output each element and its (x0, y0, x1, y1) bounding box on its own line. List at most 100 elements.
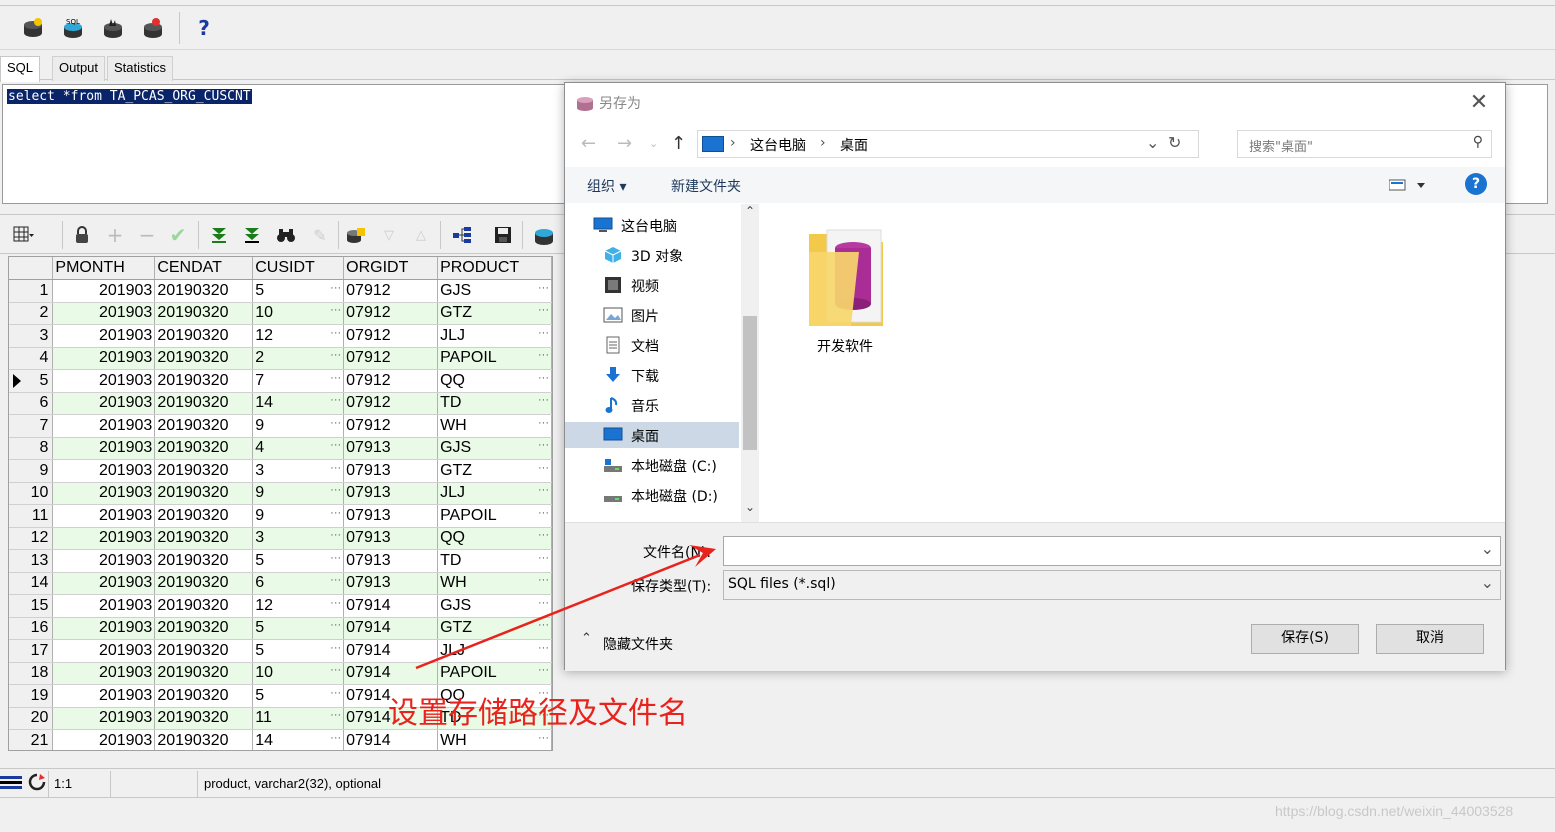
cell-pmonth[interactable]: 201903 (52, 437, 156, 460)
cell-cendat[interactable]: 20190320 (154, 504, 254, 528)
table-row[interactable]: 5 201903 20190320 7 ··· 07912 QQ ··· (9, 369, 552, 393)
column-header[interactable]: CUSIDT (252, 257, 345, 280)
cell-cendat[interactable]: 20190320 (154, 527, 254, 550)
sql-database-icon[interactable]: SQL (60, 15, 86, 41)
cell-editor-ellipsis-icon[interactable]: ··· (330, 574, 341, 586)
cell-editor-ellipsis-icon[interactable]: ··· (330, 462, 341, 474)
nav-item[interactable]: 音乐 (565, 392, 739, 418)
cell-editor-ellipsis-icon[interactable]: ··· (538, 597, 549, 609)
database-disconnect-icon[interactable] (140, 15, 166, 41)
filetype-select[interactable]: SQL files (*.sql) ⌄ (723, 570, 1501, 600)
cell-orgidt[interactable]: 07914 (343, 639, 439, 663)
table-row[interactable]: 18 201903 20190320 10 ··· 07914 PAPOIL ··· (9, 662, 552, 685)
nav-item[interactable]: 文档 (565, 332, 739, 358)
cell-pmonth[interactable]: 201903 (52, 392, 156, 415)
cell-pmonth[interactable]: 201903 (52, 369, 156, 393)
delete-record-icon[interactable]: − (135, 223, 159, 247)
cell-pmonth[interactable]: 201903 (52, 459, 156, 483)
hide-folders-toggle[interactable]: 隐藏文件夹 (603, 634, 673, 654)
cell-cendat[interactable]: 20190320 (154, 279, 254, 303)
cell-cendat[interactable]: 20190320 (154, 302, 254, 325)
column-header[interactable]: ORGIDT (343, 257, 439, 280)
cell-editor-ellipsis-icon[interactable]: ··· (538, 282, 549, 294)
cell-pmonth[interactable]: 201903 (52, 302, 156, 325)
cell-pmonth[interactable]: 201903 (52, 684, 156, 708)
cell-product[interactable]: GTZ ··· (437, 459, 552, 483)
cell-orgidt[interactable]: 07913 (343, 459, 439, 483)
cell-editor-ellipsis-icon[interactable]: ··· (330, 552, 341, 564)
chevron-down-icon[interactable]: ⌄ (1481, 539, 1494, 558)
cell-pmonth[interactable]: 201903 (52, 527, 156, 550)
export-tree-icon[interactable] (450, 223, 474, 247)
cell-editor-ellipsis-icon[interactable]: ··· (330, 327, 341, 339)
sort-ascending-icon[interactable]: △ (409, 223, 433, 247)
scroll-down-icon[interactable]: ⌄ (745, 500, 755, 514)
cell-editor-ellipsis-icon[interactable]: ··· (538, 372, 549, 384)
table-row[interactable]: 1 201903 20190320 5 ··· 07912 GJS ··· (9, 279, 552, 303)
cell-editor-ellipsis-icon[interactable]: ··· (330, 687, 341, 699)
table-row[interactable]: 7 201903 20190320 9 ··· 07912 WH ··· (9, 414, 552, 438)
chevron-down-icon[interactable]: ⌄ (1481, 573, 1494, 592)
cell-pmonth[interactable]: 201903 (52, 572, 156, 595)
cell-editor-ellipsis-icon[interactable]: ··· (330, 642, 341, 654)
tab-output[interactable]: Output (52, 56, 106, 81)
cell-cusidt[interactable]: 14 ··· (252, 729, 345, 750)
cell-editor-ellipsis-icon[interactable]: ··· (330, 417, 341, 429)
cell-cendat[interactable]: 20190320 (154, 437, 254, 460)
nav-item[interactable]: 下载 (565, 362, 739, 388)
cell-orgidt[interactable]: 07913 (343, 437, 439, 460)
column-header[interactable]: CENDAT (154, 257, 254, 280)
cell-cendat[interactable]: 20190320 (154, 617, 254, 640)
cell-editor-ellipsis-icon[interactable]: ··· (330, 709, 341, 721)
close-icon[interactable]: ✕ (1465, 89, 1493, 117)
cell-product[interactable]: TD ··· (437, 549, 552, 573)
back-arrow-icon[interactable]: ← (581, 133, 596, 154)
cell-cendat[interactable]: 20190320 (154, 707, 254, 730)
cell-cendat[interactable]: 20190320 (154, 662, 254, 685)
cell-pmonth[interactable]: 201903 (52, 482, 156, 505)
fetch-last-icon[interactable] (240, 223, 264, 247)
cell-cendat[interactable]: 20190320 (154, 594, 254, 618)
cell-editor-ellipsis-icon[interactable]: ··· (330, 304, 341, 316)
cell-editor-ellipsis-icon[interactable]: ··· (538, 349, 549, 361)
cell-cendat[interactable]: 20190320 (154, 729, 254, 750)
cell-cendat[interactable]: 20190320 (154, 482, 254, 505)
table-row[interactable]: 8 201903 20190320 4 ··· 07913 GJS ··· (9, 437, 552, 460)
table-row[interactable]: 4 201903 20190320 2 ··· 07912 PAPOIL ··· (9, 347, 552, 370)
cell-product[interactable]: GTZ ··· (437, 617, 552, 640)
cell-product[interactable]: JLJ ··· (437, 324, 552, 348)
tab-statistics[interactable]: Statistics (107, 56, 174, 81)
cell-editor-ellipsis-icon[interactable]: ··· (538, 507, 549, 519)
cell-pmonth[interactable]: 201903 (52, 504, 156, 528)
column-header[interactable]: PRODUCT (437, 257, 552, 280)
cell-cusidt[interactable]: 4 ··· (252, 437, 345, 460)
cell-cusidt[interactable]: 7 ··· (252, 369, 345, 393)
cell-product[interactable]: JLJ ··· (437, 482, 552, 505)
table-row[interactable]: 12 201903 20190320 3 ··· 07913 QQ ··· (9, 527, 552, 550)
cell-cusidt[interactable]: 12 ··· (252, 324, 345, 348)
cell-cusidt[interactable]: 5 ··· (252, 684, 345, 708)
table-row[interactable]: 15 201903 20190320 12 ··· 07914 GJS ··· (9, 594, 552, 618)
grid-view-icon[interactable] (12, 223, 36, 247)
cell-editor-ellipsis-icon[interactable]: ··· (538, 484, 549, 496)
cell-editor-ellipsis-icon[interactable]: ··· (330, 597, 341, 609)
cell-cusidt[interactable]: 9 ··· (252, 414, 345, 438)
cell-pmonth[interactable]: 201903 (52, 707, 156, 730)
database-icon[interactable] (532, 223, 556, 247)
table-row[interactable]: 17 201903 20190320 5 ··· 07914 JLJ ··· (9, 639, 552, 663)
cell-pmonth[interactable]: 201903 (52, 594, 156, 618)
help-icon[interactable]: ? (1465, 173, 1487, 195)
view-options-icon[interactable] (1388, 179, 1427, 195)
nav-item[interactable]: 视频 (565, 272, 739, 298)
lock-icon[interactable] (70, 223, 94, 247)
cell-product[interactable]: QQ ··· (437, 369, 552, 393)
cell-product[interactable]: GJS ··· (437, 437, 552, 460)
cell-pmonth[interactable]: 201903 (52, 347, 156, 370)
cell-product[interactable]: PAPOIL ··· (437, 504, 552, 528)
cell-cusidt[interactable]: 6 ··· (252, 572, 345, 595)
breadcrumb-desktop[interactable]: 桌面 (840, 135, 868, 155)
cell-cusidt[interactable]: 12 ··· (252, 594, 345, 618)
cell-pmonth[interactable]: 201903 (52, 729, 156, 750)
cell-editor-ellipsis-icon[interactable]: ··· (330, 349, 341, 361)
cell-orgidt[interactable]: 07914 (343, 617, 439, 640)
